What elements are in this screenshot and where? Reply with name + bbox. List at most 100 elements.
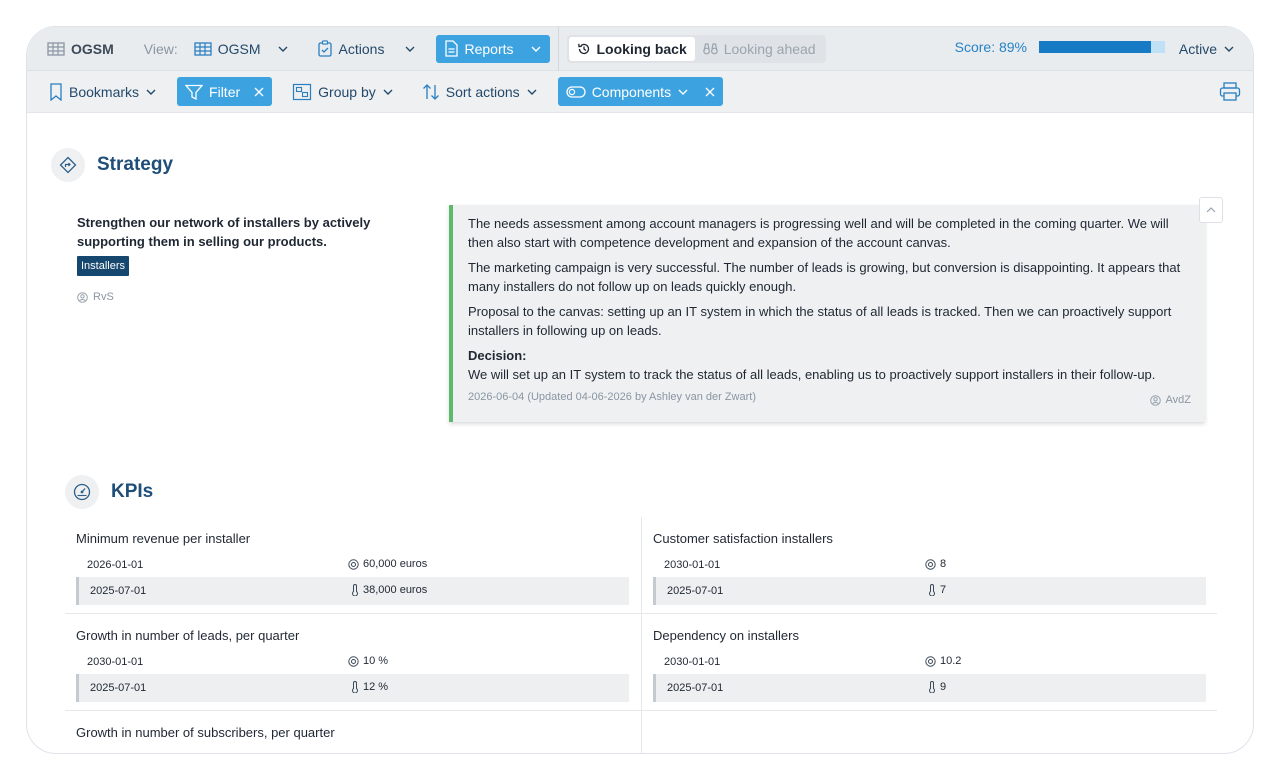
note-owner-initials: AvdZ bbox=[1165, 394, 1191, 406]
chevron-down-icon bbox=[146, 89, 156, 95]
decision-text: We will set up an IT system to track the… bbox=[468, 366, 1156, 382]
user-icon bbox=[77, 291, 88, 303]
kpi-target: 5 % bbox=[348, 752, 382, 753]
kpi-target-row: 2030-01-01 8 bbox=[653, 551, 1206, 579]
strategy-goal: Strengthen our network of installers by … bbox=[77, 215, 371, 249]
owner-initials: RvS bbox=[93, 291, 114, 303]
print-button[interactable] bbox=[1211, 77, 1249, 107]
note-owner: AvdZ bbox=[1149, 394, 1191, 406]
kpi-target-date: 2030-01-01 bbox=[664, 559, 721, 571]
status-note: The needs assessment among account manag… bbox=[449, 205, 1205, 422]
reports-dropdown[interactable]: Reports bbox=[436, 34, 550, 63]
strategy-tag[interactable]: Installers bbox=[77, 256, 130, 276]
close-icon[interactable] bbox=[705, 87, 715, 97]
app-window: OGSM View: OGSM Actions Reports Looking … bbox=[26, 26, 1254, 754]
sort-actions-dropdown[interactable]: Sort actions bbox=[414, 77, 546, 107]
chevron-down-icon bbox=[531, 46, 540, 52]
filter-chip[interactable]: Filter bbox=[177, 77, 273, 106]
note-meta: 2026-06-04 (Updated 04-06-2026 by Ashley… bbox=[468, 391, 757, 403]
user-icon bbox=[1149, 394, 1161, 406]
target-icon bbox=[925, 655, 936, 667]
kpi-target-value: 10 % bbox=[363, 655, 389, 667]
kpi-card[interactable]: Growth in number of leads, per quarter 2… bbox=[65, 614, 641, 711]
kpi-actual-date: 2025-07-01 bbox=[667, 585, 724, 597]
kpi-grid: Minimum revenue per installer 2026-01-01… bbox=[65, 517, 1217, 754]
chevron-down-icon bbox=[405, 46, 415, 52]
thermometer-icon bbox=[352, 584, 358, 596]
filter-toolbar: Bookmarks Filter Group by Sort actions C… bbox=[27, 71, 1253, 113]
clipboard-check-icon bbox=[317, 40, 332, 57]
bookmarks-dropdown[interactable]: Bookmarks bbox=[41, 77, 165, 107]
kpi-target-row: 2030-01-01 10.2 bbox=[653, 648, 1206, 676]
looking-ahead-label: Looking ahead bbox=[723, 40, 816, 57]
kpi-target-value: 5 % bbox=[363, 752, 382, 753]
kpi-actual-date: 2025-07-01 bbox=[90, 585, 147, 597]
actions-label: Actions bbox=[338, 40, 385, 57]
actions-dropdown[interactable]: Actions bbox=[309, 34, 425, 64]
kpi-card[interactable]: Minimum revenue per installer 2026-01-01… bbox=[65, 517, 641, 614]
status-label: Active bbox=[1178, 41, 1217, 57]
kpi-card[interactable]: Dependency on installers 2030-01-01 10.2… bbox=[641, 614, 1217, 711]
sort-actions-label: Sort actions bbox=[445, 83, 520, 100]
score-bar bbox=[1039, 41, 1165, 53]
kpi-name: Growth in number of subscribers, per qua… bbox=[76, 725, 335, 740]
view-value: OGSM bbox=[217, 40, 261, 57]
group-by-dropdown[interactable]: Group by bbox=[284, 77, 402, 107]
target-icon bbox=[348, 655, 359, 667]
chevron-down-icon bbox=[1224, 46, 1234, 52]
kpi-name: Dependency on installers bbox=[653, 628, 799, 643]
kpis-title: KPIs bbox=[111, 481, 154, 502]
kpi-actual-value: 12 % bbox=[363, 681, 389, 693]
thermometer-icon bbox=[929, 681, 935, 693]
kpi-actual-value: 7 bbox=[940, 584, 947, 596]
chevron-down-icon bbox=[527, 89, 537, 95]
decision-label: Decision: bbox=[468, 348, 527, 363]
looking-ahead-tab[interactable]: Looking ahead bbox=[695, 37, 824, 61]
looking-back-tab[interactable]: Looking back bbox=[568, 36, 695, 61]
kpi-target-row: 2026-01-01 60,000 euros bbox=[76, 551, 629, 579]
app-name: OGSM bbox=[71, 40, 114, 57]
view-label: View: bbox=[143, 40, 178, 57]
kpi-target-row: 2030-01-01 10 % bbox=[76, 648, 629, 676]
grid-icon bbox=[47, 41, 65, 56]
kpi-name: Minimum revenue per installer bbox=[76, 531, 251, 546]
kpi-target-date: 2030-01-01 bbox=[87, 656, 144, 668]
score-indicator: Score: 89% bbox=[955, 39, 1165, 55]
kpi-actual: 7 bbox=[928, 584, 946, 596]
kpi-target-date: 2030-01-01 bbox=[87, 753, 143, 754]
view-dropdown[interactable]: OGSM bbox=[186, 34, 297, 64]
kpi-actual: 38,000 euros bbox=[351, 584, 427, 596]
app-brand[interactable]: OGSM bbox=[39, 34, 122, 64]
kpi-actual-row: 2025-07-01 38,000 euros bbox=[76, 577, 629, 605]
kpi-actual-value: 38,000 euros bbox=[363, 584, 428, 596]
thermometer-icon bbox=[352, 681, 358, 693]
kpi-card[interactable]: Growth in number of subscribers, per qua… bbox=[65, 711, 641, 754]
printer-icon bbox=[1219, 82, 1241, 101]
strategy-title: Strategy bbox=[97, 154, 174, 175]
kpi-name: Growth in number of leads, per quarter bbox=[76, 628, 300, 643]
group-icon bbox=[293, 83, 312, 100]
components-chip[interactable]: Components bbox=[557, 77, 724, 106]
looking-back-label: Looking back bbox=[596, 40, 687, 57]
kpi-actual-row: 2025-07-01 9 bbox=[653, 674, 1206, 702]
status-dropdown[interactable]: Active bbox=[1171, 34, 1243, 64]
top-bar: OGSM View: OGSM Actions Reports Looking … bbox=[27, 27, 1253, 71]
score-label: Score: 89% bbox=[954, 39, 1027, 55]
strategy-icon-wrap bbox=[51, 148, 85, 182]
strategy-owner: RvS bbox=[77, 291, 114, 303]
strategy-header: Strategy bbox=[51, 148, 173, 182]
kpi-card[interactable]: Customer satisfaction installers 2030-01… bbox=[641, 517, 1217, 614]
document-icon bbox=[445, 40, 459, 57]
kpi-actual: 9 bbox=[928, 681, 946, 693]
kpi-empty-cell bbox=[641, 711, 1217, 753]
collapse-button[interactable] bbox=[1199, 197, 1223, 223]
target-icon bbox=[925, 558, 936, 570]
kpi-target-value: 60,000 euros bbox=[363, 558, 428, 570]
close-icon[interactable] bbox=[254, 87, 264, 97]
kpi-target-date: 2030-01-01 bbox=[664, 656, 721, 668]
note-paragraph: The marketing campaign is very successfu… bbox=[468, 260, 1181, 294]
kpis-header: KPIs bbox=[65, 475, 153, 509]
thermometer-icon bbox=[929, 584, 935, 596]
kpi-actual-row: 2025-07-01 7 bbox=[653, 577, 1206, 605]
chevron-up-icon bbox=[1206, 207, 1216, 213]
